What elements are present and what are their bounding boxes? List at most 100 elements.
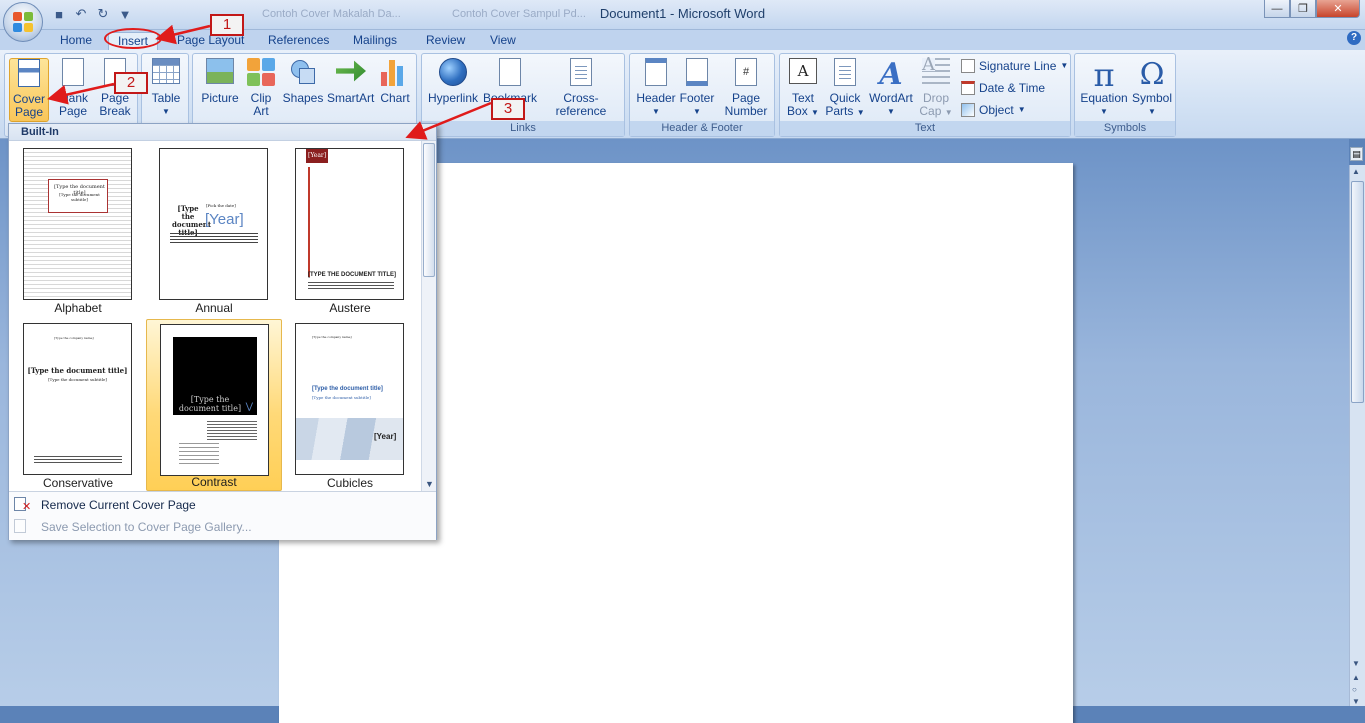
object-button[interactable]: Object ▼ (961, 101, 1026, 119)
blank-page-button[interactable]: Blank Page (53, 58, 93, 118)
minimize-icon[interactable]: — (1264, 0, 1290, 18)
clip-art-icon (247, 58, 275, 86)
symbols-group-label: Symbols (1075, 121, 1175, 136)
symbol-button[interactable]: Ω Symbol ▼ (1131, 58, 1173, 118)
picture-button[interactable]: Picture (199, 58, 241, 105)
gallery-footer: ✕ Remove Current Cover Page Save Selecti… (9, 491, 436, 540)
dropdown-arrow-icon: ▼ (887, 107, 895, 116)
object-icon (961, 103, 975, 117)
cover-page-label-2: Page (14, 105, 44, 119)
tab-view[interactable]: View (490, 32, 516, 50)
view-ruler-icon[interactable]: ▤ (1350, 147, 1363, 161)
wordart-label: WordArt (869, 91, 913, 105)
cover-page-icon (18, 59, 40, 87)
office-button[interactable] (3, 2, 43, 42)
tab-review[interactable]: Review (426, 32, 465, 50)
office-logo-icon (13, 12, 35, 34)
hyperlink-globe-icon (439, 58, 467, 86)
hyperlink-button[interactable]: Hyperlink (428, 58, 478, 105)
cover-label: Austere (329, 301, 371, 315)
blank-page-label-2: Page (58, 104, 88, 118)
wordart-button[interactable]: A WordArt ▼ (866, 58, 916, 118)
dropdown-arrow-icon: ▼ (1060, 61, 1069, 70)
tab-references[interactable]: References (268, 32, 329, 50)
scrollbar-thumb[interactable] (1351, 181, 1364, 403)
dropdown-arrow-icon: ▼ (1100, 107, 1108, 116)
drop-cap-button[interactable]: A Drop Cap ▼ (918, 56, 954, 119)
scroll-down-icon[interactable]: ▼ (425, 479, 434, 489)
object-label: Object (979, 103, 1014, 117)
hyperlink-label: Hyperlink (428, 91, 479, 105)
save-to-gallery-icon (14, 519, 32, 535)
close-icon[interactable]: ✕ (1316, 0, 1360, 18)
symbol-label: Symbol (1131, 91, 1172, 105)
equation-label: Equation (1080, 91, 1128, 105)
cover-page-button[interactable]: Cover Page ▼ (9, 58, 49, 131)
smartart-button[interactable]: SmartArt (327, 58, 375, 105)
table-icon (152, 58, 180, 84)
scroll-down-icon[interactable]: ▼ (1352, 659, 1360, 668)
next-page-icon[interactable]: ▼ (1352, 697, 1360, 706)
wordart-icon: A (879, 57, 903, 92)
smartart-label: SmartArt (327, 91, 375, 105)
vertical-scrollbar[interactable]: ▲ ▼ ▲ ○ ▼ (1349, 165, 1365, 706)
page-number-icon: # (735, 58, 757, 86)
dropdown-arrow-icon: ▼ (1148, 107, 1156, 116)
footer-button[interactable]: Footer ▼ (676, 58, 718, 118)
help-icon[interactable]: ? (1347, 31, 1361, 45)
shapes-icon (289, 58, 317, 86)
cover-tile-conservative[interactable]: [Type the company name] [Type the docume… (10, 319, 146, 491)
insert-tab-highlight-ring (104, 28, 162, 49)
save-selection-to-gallery[interactable]: Save Selection to Cover Page Gallery... (41, 517, 252, 537)
restore-icon[interactable]: ❐ (1290, 0, 1316, 18)
thumbnail-title: [TYPE THE DOCUMENT TITLE] (308, 272, 396, 278)
cover-tile-annual[interactable]: [Type the document title] [Pick the date… (146, 144, 282, 316)
remove-cover-icon: ✕ (14, 497, 32, 513)
links-group: Hyperlink Bookmark Cross-reference Links (421, 53, 625, 137)
text-box-button[interactable]: A Text Box ▼ (784, 58, 822, 119)
signature-line-button[interactable]: Signature Line ▼ (961, 57, 1068, 75)
tab-mailings[interactable]: Mailings (353, 32, 397, 50)
text-group-label: Text (780, 121, 1070, 136)
signature-line-label: Signature Line (979, 59, 1057, 73)
tab-home[interactable]: Home (60, 32, 92, 50)
cover-thumbnail: [Type the company name] [Type the docume… (23, 323, 132, 475)
cover-tile-cubicles[interactable]: [Type the company name] [Type the docume… (282, 319, 418, 491)
cover-tile-alphabet[interactable]: [Type the document title] [Type the docu… (10, 144, 146, 316)
cover-thumbnail: [Type the document title] [Type the docu… (23, 148, 132, 300)
clip-art-button[interactable]: Clip Art (245, 58, 277, 118)
thumbnail-year: [Year] (205, 211, 244, 228)
gallery-header: Built-In (9, 124, 436, 141)
shapes-label: Shapes (282, 91, 324, 105)
cover-tile-contrast[interactable]: [Type the document title] ⋁ Contrast (146, 319, 282, 491)
text-group: A Text Box ▼ Quick Parts ▼ A WordArt ▼ A… (779, 53, 1071, 137)
table-button[interactable]: Table ▼ (147, 58, 185, 118)
gallery-scrollbar[interactable]: ▼ (421, 141, 436, 491)
scroll-up-icon[interactable]: ▲ (1352, 167, 1360, 176)
equation-button[interactable]: π Equation ▼ (1079, 58, 1129, 118)
picture-label: Picture (201, 91, 239, 105)
cover-thumbnail: [Type the document title] ⋁ (160, 324, 269, 476)
browse-object-icon[interactable]: ○ (1352, 685, 1357, 694)
date-time-button[interactable]: Date & Time (961, 79, 1045, 97)
dropdown-arrow-icon: ▼ (811, 108, 819, 117)
pi-icon: π (1093, 56, 1115, 94)
shapes-button[interactable]: Shapes (281, 58, 325, 105)
chart-button[interactable]: Chart (377, 58, 413, 105)
cross-reference-button[interactable]: Cross-reference (539, 58, 623, 118)
dropdown-arrow-icon: ▼ (162, 107, 170, 116)
chart-label: Chart (380, 91, 410, 105)
thumbnail-subtitle: [Type the document subtitle] (312, 395, 371, 400)
header-button[interactable]: Header ▼ (634, 58, 678, 118)
gallery-scroll-thumb[interactable] (423, 143, 435, 277)
thumbnail-subtitle: [Type the document subtitle] (48, 377, 107, 382)
remove-current-cover-page[interactable]: Remove Current Cover Page (41, 495, 196, 515)
cover-tile-austere[interactable]: [Year] [TYPE THE DOCUMENT TITLE] Austere (282, 144, 418, 316)
quick-parts-button[interactable]: Quick Parts ▼ (825, 58, 865, 119)
dropdown-arrow-icon: ▼ (856, 108, 865, 117)
cover-page-gallery: Built-In [Type the document title] [Type… (8, 123, 437, 540)
previous-page-icon[interactable]: ▲ (1352, 673, 1360, 682)
thumbnail-company: [Type the company name] (312, 335, 352, 339)
dropdown-arrow-icon: ▼ (693, 107, 701, 116)
thumbnail-subtitle: [Type the document subtitle] (59, 192, 100, 202)
